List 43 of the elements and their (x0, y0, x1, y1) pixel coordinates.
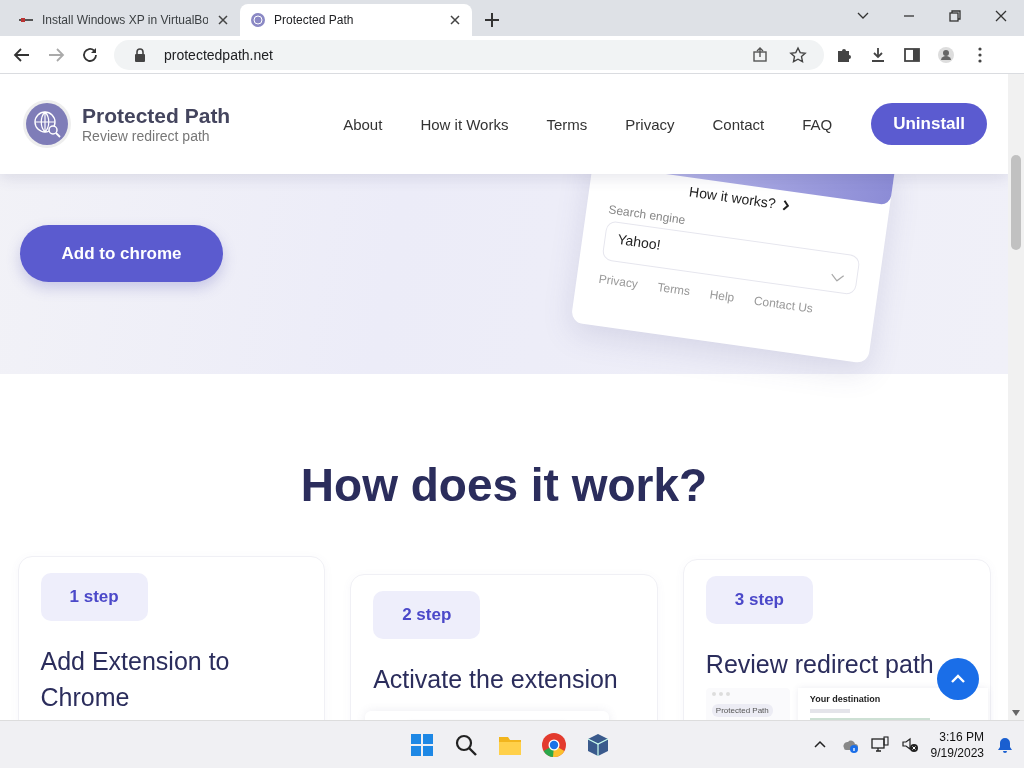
globe-search-logo-icon (22, 99, 72, 149)
chevron-down-icon (829, 272, 845, 283)
add-to-chrome-button[interactable]: Add to chrome (20, 225, 223, 282)
network-monitor-icon[interactable] (870, 735, 889, 754)
step-badge: 2 step (373, 591, 481, 639)
scroll-to-top-button[interactable] (937, 658, 979, 700)
clock-date: 9/19/2023 (930, 744, 984, 761)
scrollbar-thumb[interactable] (1011, 155, 1021, 250)
clock[interactable]: 3:16 PM 9/19/2023 (930, 728, 984, 761)
brand-name: Protected Path (82, 104, 231, 128)
clock-time: 3:16 PM (939, 728, 984, 745)
chevron-right-icon (780, 198, 791, 211)
browser-tab[interactable]: Install Windows XP in VirtualBo (8, 4, 240, 36)
preview-heading: Your destination (809, 694, 882, 704)
address-bar[interactable]: protectedpath.net (114, 39, 824, 70)
url-text: protectedpath.net (164, 46, 274, 63)
step-badge: 1 step (40, 573, 148, 621)
preview-brand: Protected Path (711, 704, 773, 717)
scroll-down-arrow-icon[interactable] (1012, 710, 1020, 716)
scrollbar[interactable] (1008, 74, 1024, 720)
uninstall-button[interactable]: Uninstall (871, 103, 987, 145)
cube-icon[interactable] (585, 731, 611, 758)
nav-link[interactable]: Privacy (606, 115, 694, 133)
bell-icon[interactable] (996, 735, 1014, 754)
step-badge: 3 step (705, 576, 813, 624)
close-icon[interactable] (448, 13, 462, 27)
brand-tagline: Review redirect path (82, 128, 211, 144)
nav-link[interactable]: FAQ (783, 115, 852, 133)
chrome-icon[interactable] (541, 731, 567, 758)
section-heading: How does it work? (300, 458, 708, 512)
speaker-muted-icon[interactable] (900, 735, 919, 754)
nav-link[interactable]: About (324, 115, 402, 133)
how-it-works-link[interactable]: How it works? (688, 183, 791, 214)
windows-start-icon[interactable] (409, 731, 435, 758)
step-title: Add Extension to Chrome (40, 646, 231, 713)
nav-link[interactable]: How it Works (401, 115, 528, 133)
globe-favicon-icon (250, 12, 266, 28)
browser-tab[interactable]: Protected Path (240, 4, 472, 36)
nav-link[interactable]: Contact (693, 115, 784, 133)
step-title: Activate the extension (373, 664, 618, 695)
nav-link[interactable]: Terms (527, 115, 607, 133)
step-title: Review redirect path (705, 649, 934, 680)
close-icon[interactable] (216, 13, 230, 27)
